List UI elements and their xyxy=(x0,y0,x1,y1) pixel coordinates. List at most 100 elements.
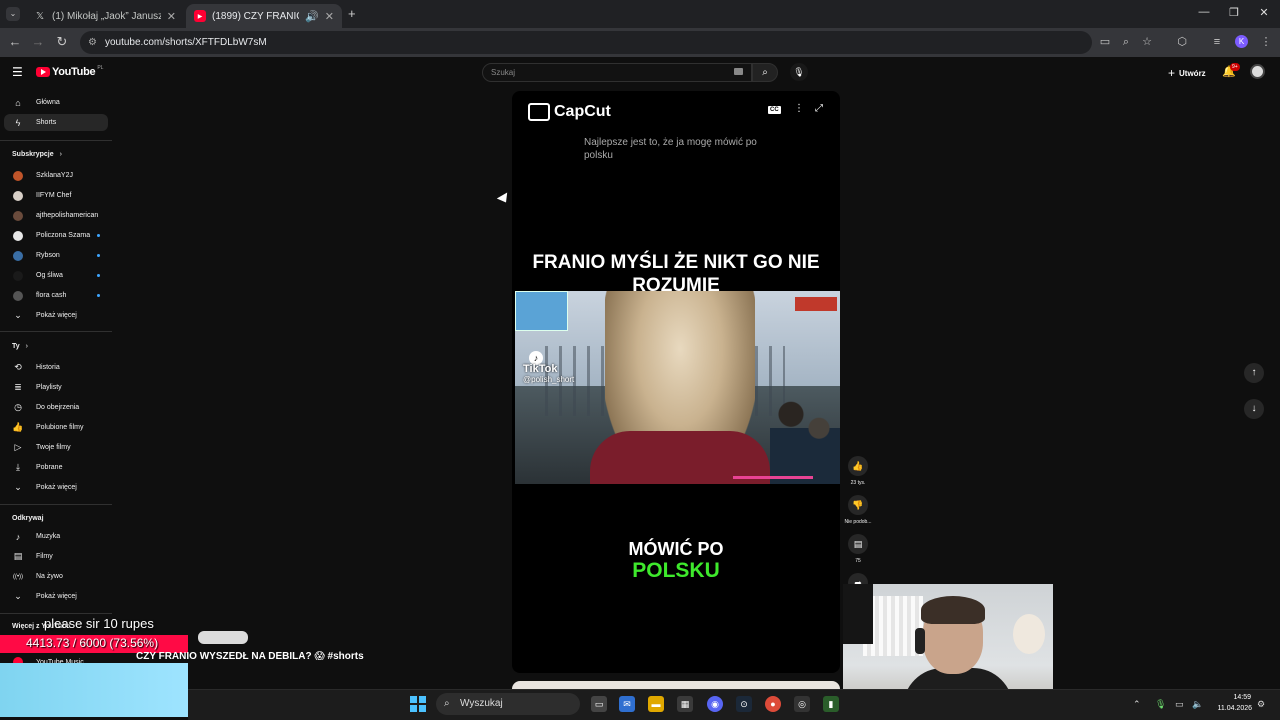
outlook-icon[interactable]: ✉ xyxy=(619,696,635,712)
tab-x-profile[interactable]: 𝕏 (1) Mikołaj „Jaok” Janusz w serwisie X… xyxy=(26,4,184,28)
thumb-down-icon: 👎 xyxy=(848,495,868,515)
create-button[interactable]: + Utwórz xyxy=(1168,66,1206,80)
steam-icon[interactable]: ⊙ xyxy=(736,696,752,712)
plus-icon: + xyxy=(1168,66,1176,80)
search-button[interactable]: ⌕ xyxy=(752,63,778,82)
bookmark-star-icon[interactable]: ☆ xyxy=(1140,35,1154,49)
sidebar-item-subs-more[interactable]: ⌄ Pokaż więcej xyxy=(4,307,108,324)
subscriptions-header[interactable]: Subskrypcje › xyxy=(12,151,62,158)
site-info-icon[interactable]: ⚙ xyxy=(88,37,97,48)
avatar[interactable] xyxy=(1250,64,1265,79)
sidebar-item-subscription[interactable]: IIFYM Chef xyxy=(4,187,108,204)
sidebar-item-chevron-down[interactable]: ⌄ Pokaż więcej xyxy=(4,588,108,605)
short-video-player[interactable]: CapCut Najlepsze jest to, że ja mogę mów… xyxy=(512,91,840,673)
maximize-icon[interactable]: ❐ xyxy=(1226,6,1242,19)
headline-bottom-green: POLSKU xyxy=(632,559,720,582)
webcam-teddy-bear xyxy=(1013,614,1045,654)
tray-network-icon[interactable]: ▭ xyxy=(1175,699,1184,710)
sidebar-item-subscription[interactable]: flora cash xyxy=(4,287,108,304)
mouse-cursor xyxy=(496,192,512,206)
file-explorer-icon[interactable]: ▬ xyxy=(648,696,664,712)
clock-time[interactable]: 14:59 xyxy=(1229,694,1251,701)
sidebar-item-subscription[interactable]: ajthepolishamerican xyxy=(4,207,108,224)
voice-search-button[interactable]: 🎙 xyxy=(790,63,808,81)
comments-button[interactable]: ▤ 75 xyxy=(842,534,874,564)
tab-search-button[interactable]: ⌄ xyxy=(6,7,20,21)
cast-icon[interactable]: ▭ xyxy=(1098,35,1112,49)
sidebar-item-label: Shorts xyxy=(36,119,57,126)
capcut-wordmark: CapCut xyxy=(554,103,611,120)
task-view-icon[interactable]: ▭ xyxy=(591,696,607,712)
minimize-icon[interactable]: — xyxy=(1196,6,1212,18)
back-arrow-icon[interactable]: ← xyxy=(7,35,23,49)
next-short-button[interactable]: ↓ xyxy=(1244,399,1264,419)
new-content-dot xyxy=(97,254,100,257)
extensions-icon[interactable]: ⬡ xyxy=(1175,35,1189,49)
app-icon[interactable]: ▮ xyxy=(823,696,839,712)
taskbar-search-box[interactable]: ⌕ Wyszukaj xyxy=(436,693,580,715)
store-icon[interactable]: ▦ xyxy=(677,696,693,712)
sidebar-item-thumb-up[interactable]: 👍 Polubione filmy xyxy=(4,419,108,436)
sidebar-item-watch-later[interactable]: ◷ Do obejrzenia xyxy=(4,399,108,416)
hamburger-menu-icon[interactable]: ☰ xyxy=(12,66,24,78)
chevron-right-icon: › xyxy=(59,151,62,158)
channel-avatar xyxy=(13,290,23,301)
sidebar-item-shorts[interactable]: ϟ Shorts xyxy=(4,114,108,131)
address-bar[interactable]: ⚙ youtube.com/shorts/XFTFDLbW7sM xyxy=(80,31,1092,54)
tray-chevron-up-icon[interactable]: ⌃ xyxy=(1133,699,1141,710)
more-options-icon[interactable]: ⋮ xyxy=(794,103,804,114)
obs-icon[interactable]: ◎ xyxy=(794,696,810,712)
close-tab-icon[interactable]: ✕ xyxy=(325,10,334,23)
browser-profile-avatar[interactable]: K xyxy=(1235,35,1248,48)
close-tab-icon[interactable]: ✕ xyxy=(167,10,176,23)
webcam-microphone xyxy=(843,584,873,644)
reload-icon[interactable]: ↻ xyxy=(54,35,70,49)
previous-short-button[interactable]: ↑ xyxy=(1244,363,1264,383)
sidebar-item-subscription[interactable]: Rybson xyxy=(4,247,108,264)
browser-menu-icon[interactable]: ⋮ xyxy=(1259,35,1273,49)
new-tab-button[interactable]: + xyxy=(348,6,356,21)
discord-icon[interactable]: ◉ xyxy=(707,696,723,712)
captions-button[interactable]: CC xyxy=(768,106,781,114)
history-icon: ⟲ xyxy=(14,362,22,372)
sidebar-item-label: Pokaż więcej xyxy=(36,312,77,319)
sidebar-item-your-videos[interactable]: ▷ Twoje filmy xyxy=(4,439,108,456)
windows-start-icon[interactable] xyxy=(410,696,426,712)
clip-gift-overlay xyxy=(795,297,837,311)
sidebar-item-label: IIFYM Chef xyxy=(36,192,72,199)
fullscreen-icon[interactable]: ⤢ xyxy=(815,103,823,114)
search-input[interactable]: Szukaj xyxy=(482,63,752,82)
sidebar-item-subscription[interactable]: SzklanaY2J xyxy=(4,167,108,184)
sidebar-item-chevron-down[interactable]: ⌄ Pokaż więcej xyxy=(4,479,108,496)
speaker-icon[interactable]: 🔊 xyxy=(305,10,319,23)
sidebar-item-history[interactable]: ⟲ Historia xyxy=(4,359,108,376)
sidebar-divider xyxy=(0,504,112,505)
chrome-icon[interactable]: ● xyxy=(765,696,781,712)
you-header[interactable]: Ty › xyxy=(12,343,28,350)
sidebar-item-subscription[interactable]: Og śliwa xyxy=(4,267,108,284)
sidebar-item-film[interactable]: ▤ Filmy xyxy=(4,548,108,565)
reading-list-icon[interactable]: ≡ xyxy=(1210,35,1224,49)
zoom-icon[interactable]: ⌕ xyxy=(1119,35,1133,49)
clock-date[interactable]: 11.04.2026 xyxy=(1212,705,1252,712)
keyboard-icon[interactable] xyxy=(734,68,743,75)
tab-youtube-short[interactable]: ▶ (1899) CZY FRANIO WYSZEDŁ NA DEBILA? 🔊… xyxy=(186,4,342,28)
dislike-button[interactable]: 👎 Nie podob... xyxy=(842,495,874,525)
youtube-logo[interactable]: YouTube PL xyxy=(36,65,103,78)
sidebar-item-subscription[interactable]: Policzona Szama xyxy=(4,227,108,244)
sidebar-item-home[interactable]: ⌂ Główna xyxy=(4,94,108,111)
sidebar-item-download[interactable]: ⤓ Pobrane xyxy=(4,459,108,476)
forward-arrow-icon[interactable]: → xyxy=(30,35,46,49)
sidebar-item-live[interactable]: ((•)) Na żywo xyxy=(4,568,108,585)
tray-microphone-icon[interactable]: 🎙 xyxy=(1155,699,1166,710)
sidebar-divider xyxy=(0,613,112,614)
sidebar-item-music[interactable]: ♪ Muzyka xyxy=(4,528,108,545)
sidebar-item-label: Filmy xyxy=(36,553,53,560)
headline-bottom-white: MÓWIĆ PO xyxy=(628,539,724,559)
notification-center-icon[interactable]: ⚙ xyxy=(1257,699,1265,710)
taskbar-search-label: Wyszukaj xyxy=(460,698,503,709)
like-button[interactable]: 👍 23 tys. xyxy=(842,456,874,486)
sidebar-item-playlist[interactable]: ≣ Playlisty xyxy=(4,379,108,396)
tray-volume-icon[interactable]: 🔈 xyxy=(1192,699,1203,710)
close-window-icon[interactable]: ✕ xyxy=(1256,6,1272,19)
